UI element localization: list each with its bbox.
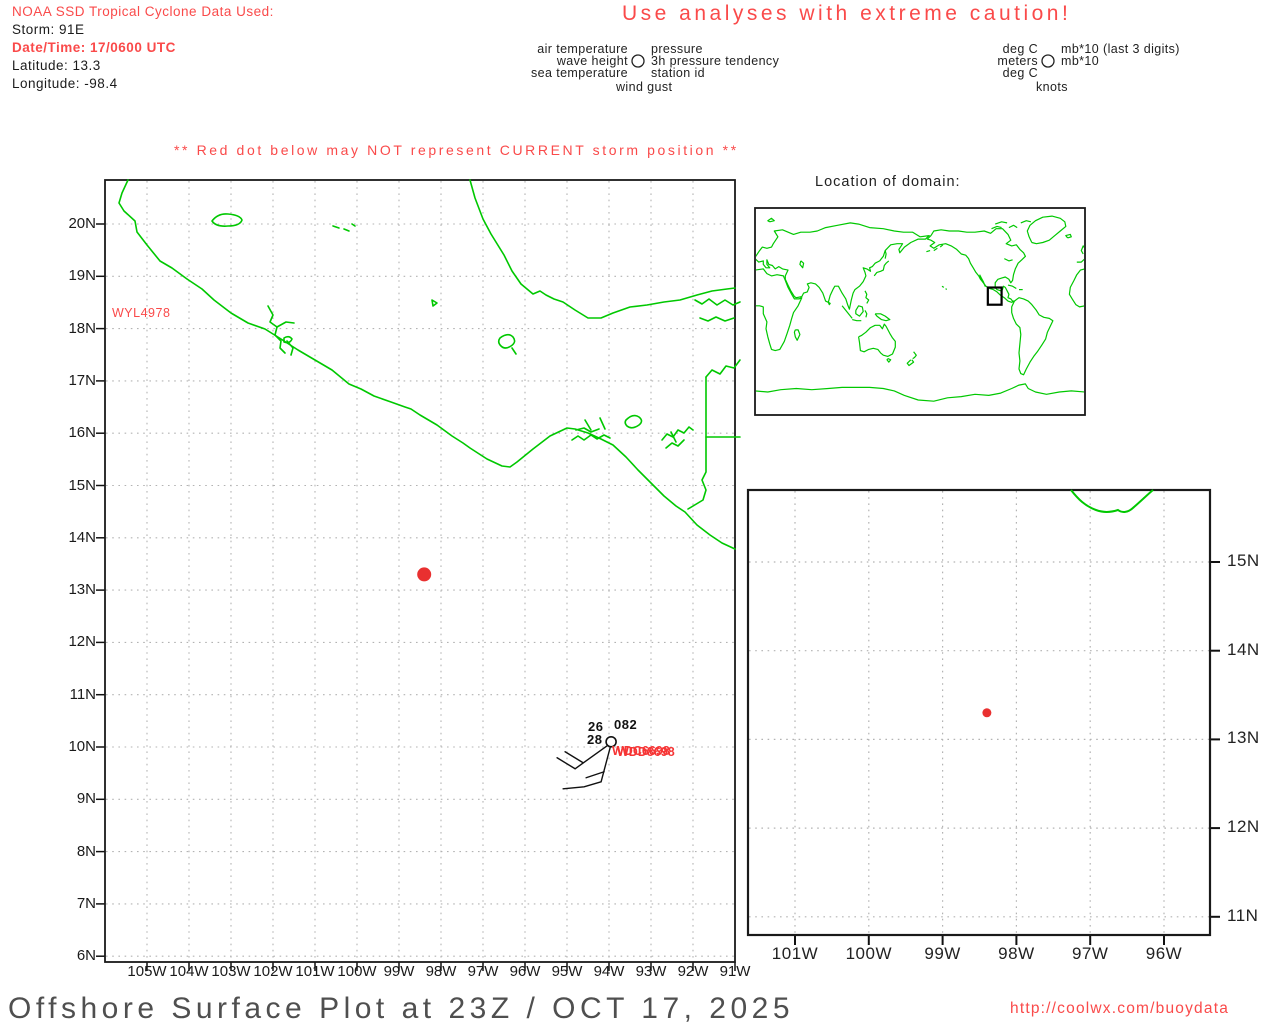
offshore-surface-plot: NOAA SSD Tropical Cyclone Data Used: Sto… <box>0 0 1280 1025</box>
zoom-map-lon-label: 99W <box>924 944 961 963</box>
storm-longitude-line: Longitude: -98.4 <box>12 76 118 91</box>
main-map-lat-label: 12N <box>68 633 96 651</box>
zoom-map-lon-label: 96W <box>1145 944 1183 963</box>
main-map-lon-label: 93W <box>635 963 667 980</box>
main-map-lat-label: 18N <box>68 319 96 337</box>
storm-position-dot-main <box>417 567 432 582</box>
main-map-lon-label: 91W <box>719 963 751 980</box>
storm-position-warning: ** Red dot below may NOT represent CURRE… <box>174 142 739 158</box>
legend-station-circle <box>631 54 645 68</box>
legend-units-circle <box>1041 54 1055 68</box>
zoom-map-lon-label: 97W <box>1071 944 1109 963</box>
main-map-lat-label: 15N <box>68 476 96 494</box>
main-map-lon-label: 105W <box>127 963 167 980</box>
storm-datetime-line: Date/Time: 17/0600 UTC <box>12 40 176 55</box>
storm-id-line: Storm: 91E <box>12 22 85 37</box>
main-map-lon-label: 92W <box>677 963 709 980</box>
main-map-lon-label: 98W <box>425 963 457 980</box>
main-map-lat-label: 7N <box>76 894 96 912</box>
main-map-lat-label: 11N <box>69 685 96 703</box>
main-map-lon-label: 97W <box>467 963 499 980</box>
main-map-lat-label: 9N <box>76 790 96 808</box>
storm-position-dot-zoom <box>982 708 992 718</box>
station-id-label-overlap: WDD8698 <box>617 745 675 759</box>
zoom-map-lat-label: 15N <box>1227 551 1260 570</box>
main-map-lat-label: 10N <box>68 738 96 755</box>
zoom-map-lon-label: 100W <box>845 944 892 963</box>
main-map-lat-label: 13N <box>68 581 96 599</box>
station-sea-temp: 28 <box>587 732 603 747</box>
zoom-map-lat-label: 11N <box>1227 905 1259 925</box>
main-map-lat-label: 20N <box>68 215 96 232</box>
source-url: http://coolwx.com/buoydata <box>1010 1000 1230 1017</box>
station-pressure: 082 <box>614 717 638 732</box>
caution-banner: Use analyses with extreme caution! <box>622 2 1072 25</box>
inset-map-title: Location of domain: <box>815 174 961 190</box>
main-map-lon-label: 100W <box>337 963 377 980</box>
plot-title: Offshore Surface Plot at 23Z / OCT 17, 2… <box>8 992 795 1025</box>
main-map-lon-label: 101W <box>295 963 335 980</box>
zoom-map-lat-label: 12N <box>1227 817 1260 837</box>
main-map-lon-label: 102W <box>253 963 293 980</box>
legend-unit-tendency: mb*10 <box>1061 54 1100 68</box>
legend-unit-sea-temp: deg C <box>1002 66 1038 80</box>
zoom-map-lon-label: 101W <box>771 944 819 963</box>
main-map-lon-label: 103W <box>211 963 251 980</box>
main-map-lat-label: 19N <box>68 267 96 285</box>
main-map-lon-label: 94W <box>593 963 625 980</box>
main-map-lon-label: 96W <box>509 963 541 980</box>
zoom-map-lon-label: 98W <box>998 944 1035 963</box>
main-map-lon-label: 95W <box>551 963 583 980</box>
buoy-label: WYL4978 <box>112 306 171 320</box>
legend-sea-temperature: sea temperature <box>530 66 628 80</box>
main-map-lat-label: 14N <box>68 528 96 546</box>
main-map-lat-label: 16N <box>68 424 96 442</box>
main-map-lat-label: 8N <box>76 842 96 860</box>
zoom-map-lat-label: 14N <box>1227 639 1260 659</box>
main-map-lon-label: 104W <box>169 963 209 980</box>
legend-wind-gust: wind gust <box>616 80 673 94</box>
legend-station-id: station id <box>651 66 706 80</box>
storm-latitude-line: Latitude: 13.3 <box>12 58 101 73</box>
data-source-line: NOAA SSD Tropical Cyclone Data Used: <box>12 4 274 19</box>
main-map-lat-label: 6N <box>76 947 96 965</box>
legend-unit-wind-gust: knots <box>1036 80 1068 94</box>
main-map-lon-label: 99W <box>383 963 415 980</box>
zoom-map-lat-label: 13N <box>1227 728 1260 748</box>
main-map-lat-label: 17N <box>68 371 96 389</box>
